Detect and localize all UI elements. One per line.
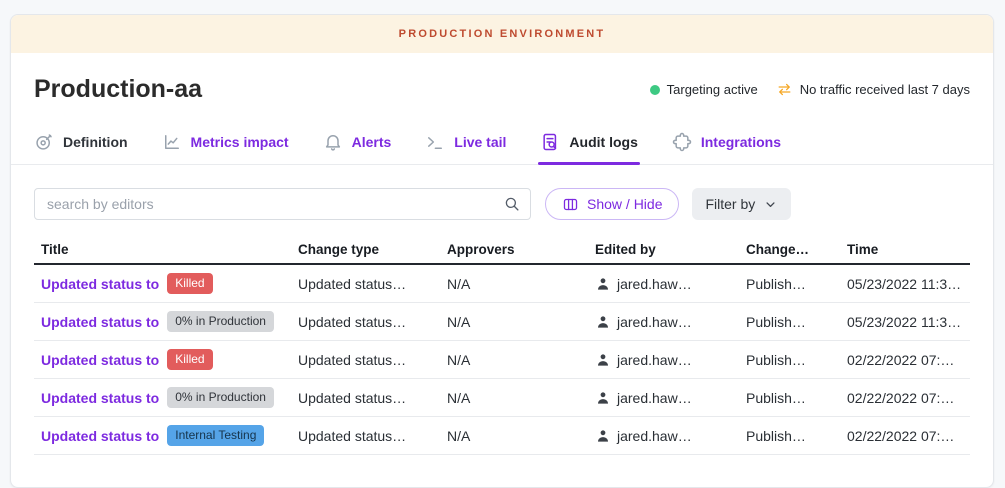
toolbar: Show / Hide Filter by — [11, 188, 993, 220]
cell-approvers: N/A — [447, 276, 595, 292]
cell-change-type: Updated status… — [298, 390, 447, 406]
cell-title: Updated status to 0% in Production — [34, 311, 298, 332]
column-header-5: Time — [847, 242, 970, 257]
row-title-link[interactable]: Updated status to — [41, 314, 159, 330]
filter-by-label: Filter by — [705, 196, 755, 212]
row-title-link[interactable]: Updated status to — [41, 428, 159, 444]
filter-by-button[interactable]: Filter by — [692, 188, 791, 220]
row-title-link[interactable]: Updated status to — [41, 390, 159, 406]
cell-change: Publish… — [746, 314, 847, 330]
cell-time: 02/22/2022 07:… — [847, 352, 970, 368]
cell-change-type: Updated status… — [298, 428, 447, 444]
person-icon — [595, 314, 611, 330]
tab-bar: Definition Metrics impact Alerts Live ta… — [11, 120, 993, 165]
person-icon — [595, 352, 611, 368]
columns-icon — [562, 196, 579, 213]
cell-change-type: Updated status… — [298, 352, 447, 368]
target-pencil-icon — [34, 132, 54, 152]
column-header-3: Edited by — [595, 242, 746, 257]
show-hide-label: Show / Hide — [587, 196, 662, 212]
traffic-arrows-icon — [776, 81, 793, 98]
cell-approvers: N/A — [447, 352, 595, 368]
tab-live-tail[interactable]: Live tail — [425, 120, 506, 164]
tab-metrics-impact[interactable]: Metrics impact — [162, 120, 289, 164]
row-title-link[interactable]: Updated status to — [41, 352, 159, 368]
tab-definition[interactable]: Definition — [34, 120, 128, 164]
cell-edited-by: jared.haw… — [595, 390, 746, 406]
cell-title: Updated status to Killed — [34, 349, 298, 370]
table-row: Updated status to 0% in Production Updat… — [34, 379, 970, 417]
cell-time: 05/23/2022 11:3… — [847, 314, 970, 330]
cell-change-type: Updated status… — [298, 314, 447, 330]
audit-log-table: TitleChange typeApproversEdited byChange… — [34, 236, 970, 455]
cell-time: 02/22/2022 07:… — [847, 390, 970, 406]
line-chart-icon — [162, 132, 182, 152]
cell-change: Publish… — [746, 276, 847, 292]
status-indicator: No traffic received last 7 days — [776, 81, 970, 98]
cell-title: Updated status to 0% in Production — [34, 387, 298, 408]
environment-banner: PRODUCTION ENVIRONMENT — [11, 15, 993, 53]
person-icon — [595, 390, 611, 406]
cell-change: Publish… — [746, 352, 847, 368]
page-title: Production-aa — [34, 75, 202, 104]
status-indicators: Targeting active No traffic received las… — [650, 81, 970, 98]
cell-title: Updated status to Killed — [34, 273, 298, 294]
cell-approvers: N/A — [447, 390, 595, 406]
status-indicator: Targeting active — [650, 82, 758, 97]
person-icon — [595, 276, 611, 292]
search-input[interactable] — [34, 188, 531, 220]
cell-time: 02/22/2022 07:… — [847, 428, 970, 444]
status-badge: Internal Testing — [167, 425, 264, 446]
table-header-row: TitleChange typeApproversEdited byChange… — [34, 236, 970, 265]
tab-alerts[interactable]: Alerts — [323, 120, 392, 164]
environment-card: PRODUCTION ENVIRONMENT Production-aa Tar… — [10, 14, 994, 488]
cell-edited-by: jared.haw… — [595, 352, 746, 368]
status-badge: 0% in Production — [167, 387, 274, 408]
terminal-icon — [425, 132, 445, 152]
status-badge: Killed — [167, 349, 212, 370]
table-row: Updated status to Killed Updated status…… — [34, 265, 970, 303]
chevron-down-icon — [763, 197, 778, 212]
table-body: Updated status to Killed Updated status…… — [34, 265, 970, 455]
search-field-wrap — [34, 188, 531, 220]
cell-approvers: N/A — [447, 428, 595, 444]
search-icon — [503, 195, 521, 213]
status-badge: 0% in Production — [167, 311, 274, 332]
cell-change-type: Updated status… — [298, 276, 447, 292]
cell-title: Updated status to Internal Testing — [34, 425, 298, 446]
status-badge: Killed — [167, 273, 212, 294]
audit-log-icon — [540, 132, 560, 152]
environment-banner-label: PRODUCTION ENVIRONMENT — [399, 28, 606, 40]
cell-change: Publish… — [746, 390, 847, 406]
table-row: Updated status to Killed Updated status…… — [34, 341, 970, 379]
cell-edited-by: jared.haw… — [595, 428, 746, 444]
tab-audit-logs[interactable]: Audit logs — [540, 120, 637, 164]
cell-change: Publish… — [746, 428, 847, 444]
column-header-1: Change type — [298, 242, 447, 257]
person-icon — [595, 428, 611, 444]
cell-edited-by: jared.haw… — [595, 314, 746, 330]
green-dot-icon — [650, 85, 660, 95]
cell-time: 05/23/2022 11:3… — [847, 276, 970, 292]
cell-approvers: N/A — [447, 314, 595, 330]
page-header: Production-aa Targeting active No traffi… — [11, 75, 993, 104]
show-hide-button[interactable]: Show / Hide — [545, 188, 679, 220]
tab-integrations[interactable]: Integrations — [672, 120, 781, 164]
cell-edited-by: jared.haw… — [595, 276, 746, 292]
column-header-4: Change… — [746, 242, 847, 257]
column-header-0: Title — [34, 242, 298, 257]
bell-icon — [323, 132, 343, 152]
row-title-link[interactable]: Updated status to — [41, 276, 159, 292]
table-row: Updated status to 0% in Production Updat… — [34, 303, 970, 341]
table-row: Updated status to Internal Testing Updat… — [34, 417, 970, 455]
puzzle-icon — [672, 132, 692, 152]
column-header-2: Approvers — [447, 242, 595, 257]
